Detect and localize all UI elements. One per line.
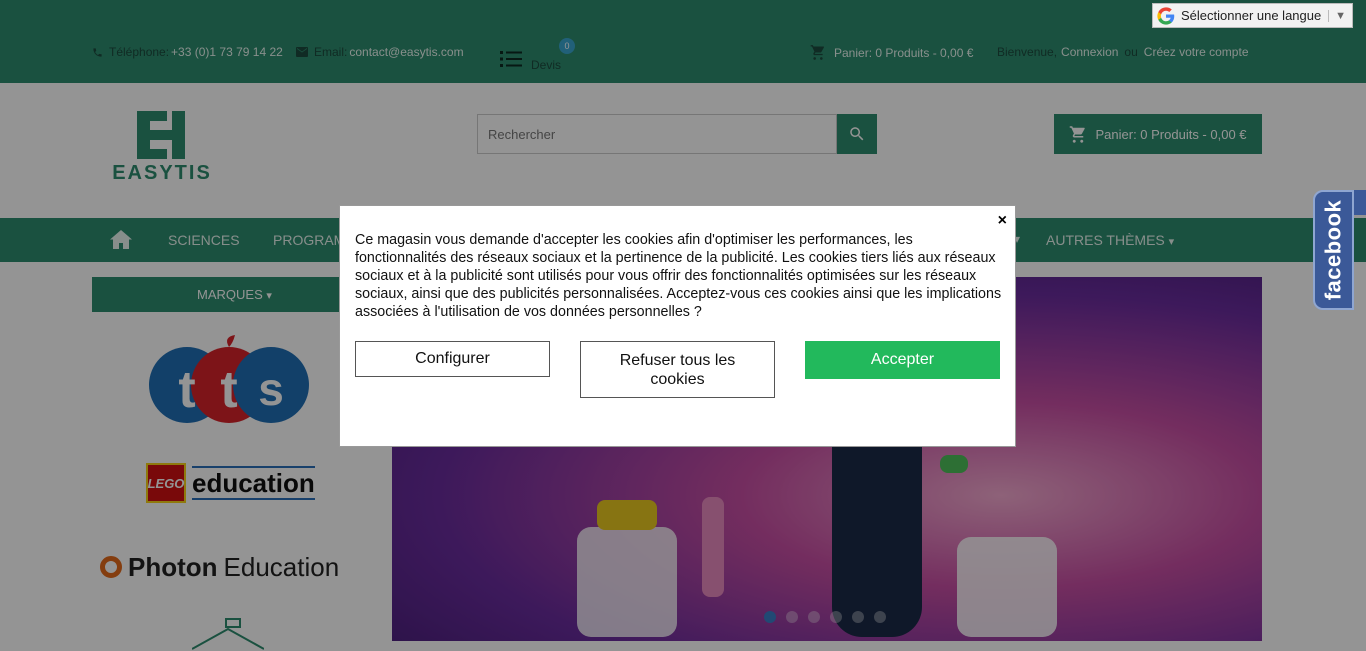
- facebook-tab[interactable]: facebook: [1313, 190, 1354, 310]
- close-icon[interactable]: ×: [998, 212, 1007, 230]
- language-select[interactable]: Sélectionner une langue ▼: [1152, 3, 1353, 28]
- google-icon: [1157, 6, 1175, 25]
- facebook-label: facebook: [1320, 199, 1346, 301]
- configure-button[interactable]: Configurer: [355, 341, 550, 377]
- accept-button[interactable]: Accepter: [805, 341, 1000, 379]
- cookie-consent-modal: × Ce magasin vous demande d'accepter les…: [339, 205, 1016, 447]
- facebook-edge: [1354, 190, 1366, 215]
- cookie-message: Ce magasin vous demande d'accepter les c…: [355, 232, 1002, 320]
- language-label: Sélectionner une langue: [1181, 8, 1322, 23]
- chevron-down-icon: ▼: [1328, 9, 1352, 22]
- refuse-cookies-button[interactable]: Refuser tous les cookies: [580, 341, 775, 398]
